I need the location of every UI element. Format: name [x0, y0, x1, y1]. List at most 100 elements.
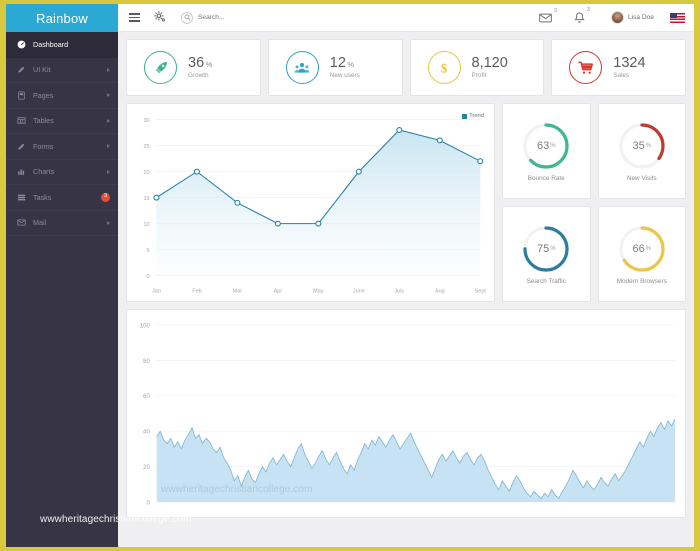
- donut-unit: %: [550, 143, 556, 149]
- sidebar-item-forms[interactable]: Forms: [6, 134, 118, 160]
- svg-text:$: $: [441, 61, 447, 75]
- chart-legend: Trend: [462, 113, 484, 119]
- stat-number: 1324: [613, 55, 646, 72]
- donut-label: New Visits: [626, 175, 657, 182]
- svg-text:June: June: [353, 288, 365, 294]
- search-input[interactable]: [198, 14, 278, 21]
- donut-unit: %: [550, 246, 556, 252]
- dashboard-content: 36% Growth 12% New users $8,120 Profit 1324 Sal…: [118, 32, 694, 547]
- brand-logo[interactable]: Rainbow: [6, 4, 118, 32]
- dashboard-icon: [15, 39, 28, 50]
- sidebar-item-tables[interactable]: Tables: [6, 109, 118, 134]
- gear-icon[interactable]: [154, 11, 167, 24]
- legend-swatch-trend: [462, 113, 468, 119]
- sidebar-item-ui-kit[interactable]: UI Kit: [6, 58, 118, 83]
- stat-label: New users: [329, 71, 360, 79]
- stat-card-new-users[interactable]: 12% New users: [267, 39, 403, 96]
- bell-icon[interactable]: 3: [574, 7, 590, 24]
- mail-badge: 3: [554, 7, 557, 14]
- user-menu[interactable]: Lisa Doe: [610, 11, 654, 24]
- chevron-right-icon: [107, 67, 110, 72]
- search-box[interactable]: [181, 11, 278, 24]
- stat-text: 8,120 Profit: [472, 56, 508, 79]
- donut-number: 35: [632, 140, 645, 152]
- stat-card-growth[interactable]: 36% Growth: [126, 39, 261, 96]
- stat-card-row: 36% Growth 12% New users $8,120 Profit 1324 Sal…: [126, 39, 686, 96]
- sidebar-item-label: Mail: [33, 218, 47, 228]
- stat-text: 36% Growth: [188, 56, 212, 79]
- donut-label: Modern Browsers: [616, 278, 667, 285]
- donut-number: 66: [632, 243, 645, 255]
- envelope-icon: [15, 217, 28, 228]
- trend-chart-card: Trend 0 5 10 15 20 25 30 Jan Feb Mar Apr May June Jul…: [126, 103, 495, 302]
- search-icon: [181, 11, 193, 24]
- donut-label: Search Traffic: [526, 278, 566, 285]
- donut-number: 75: [536, 243, 550, 255]
- avatar: [610, 11, 624, 24]
- chevron-right-icon: [107, 144, 110, 149]
- svg-text:10: 10: [143, 222, 149, 228]
- stat-label: Profit: [471, 71, 487, 79]
- svg-text:July: July: [394, 288, 404, 294]
- stat-value: 1324: [613, 56, 645, 71]
- stat-number: 36: [188, 55, 205, 72]
- donut-number: 63: [536, 140, 550, 152]
- sidebar-item-pages[interactable]: Pages: [6, 83, 118, 109]
- donut-card-new-visits[interactable]: 35% New Visits: [597, 103, 686, 199]
- chevron-right-icon: [107, 118, 110, 123]
- traffic-area-chart: 0 20 40 60 80 100: [140, 323, 676, 506]
- chevron-right-icon: [107, 169, 110, 174]
- sidebar-item-label: UI Kit: [33, 65, 51, 75]
- svg-text:15: 15: [143, 196, 149, 202]
- stat-number: 12: [329, 55, 346, 72]
- donut-card-bounce-rate[interactable]: 63% Bounce Rate: [502, 103, 591, 199]
- sidebar-nav: Dashboard UI Kit Pages Tables Forms Charts Tas…: [6, 32, 118, 236]
- svg-text:25: 25: [143, 144, 149, 150]
- table-icon: [15, 115, 28, 126]
- stat-text: 12% New users: [330, 56, 360, 79]
- svg-text:5: 5: [147, 248, 150, 254]
- bar-chart-icon: [15, 166, 28, 177]
- donut-card-modern-browsers[interactable]: 66% Modern Browsers: [597, 206, 686, 302]
- svg-text:Jan: Jan: [152, 288, 161, 294]
- svg-text:20: 20: [143, 170, 149, 176]
- sidebar-item-label: Forms: [33, 141, 54, 151]
- donut-gauge: 35%: [616, 120, 668, 172]
- svg-text:60: 60: [143, 394, 150, 400]
- svg-text:0: 0: [147, 274, 150, 280]
- donut-gauge: 63%: [520, 120, 572, 172]
- notifications-badge: 3: [587, 6, 590, 13]
- donut-unit: %: [645, 246, 652, 252]
- us-flag-icon[interactable]: [670, 12, 685, 23]
- stat-text: 1324 Sales: [613, 56, 645, 79]
- donut-value: 35%: [616, 120, 668, 172]
- sidebar-item-label: Charts: [33, 167, 55, 177]
- stat-unit: %: [347, 60, 355, 70]
- stat-card-profit[interactable]: $8,120 Profit: [409, 39, 545, 96]
- sidebar-item-dashboard[interactable]: Dashboard: [6, 32, 118, 58]
- brand-name: Rainbow: [36, 10, 88, 26]
- svg-text:Mar: Mar: [233, 288, 243, 294]
- svg-text:100: 100: [140, 323, 151, 329]
- donut-card-search-traffic[interactable]: 75% Search Traffic: [502, 206, 591, 302]
- donut-gauge: 75%: [520, 223, 572, 275]
- sidebar-item-mail[interactable]: Mail: [6, 211, 118, 236]
- hamburger-icon[interactable]: [129, 13, 140, 22]
- donut-value: 63%: [520, 120, 572, 172]
- sidebar-item-label: Tasks: [33, 192, 52, 202]
- stat-card-sales[interactable]: 1324 Sales: [551, 39, 686, 96]
- svg-text:0: 0: [146, 500, 150, 506]
- user-name: Lisa Doe: [627, 14, 654, 21]
- svg-text:Aug: Aug: [435, 288, 445, 294]
- mail-icon[interactable]: 3: [539, 8, 557, 23]
- svg-text:Apr: Apr: [274, 288, 283, 294]
- pencil-icon: [15, 64, 28, 75]
- sidebar-badge: 3: [101, 192, 110, 202]
- stat-value: 8,120: [472, 56, 508, 71]
- sidebar-item-tasks[interactable]: Tasks 3: [6, 185, 118, 211]
- donut-card-group: 63% Bounce Rate 35% New Visits 75% Search Tra…: [502, 103, 686, 302]
- pencil-icon: [15, 141, 28, 152]
- sidebar-item-label: Dashboard: [33, 39, 69, 49]
- svg-text:20: 20: [143, 465, 150, 471]
- sidebar-item-charts[interactable]: Charts: [6, 160, 118, 185]
